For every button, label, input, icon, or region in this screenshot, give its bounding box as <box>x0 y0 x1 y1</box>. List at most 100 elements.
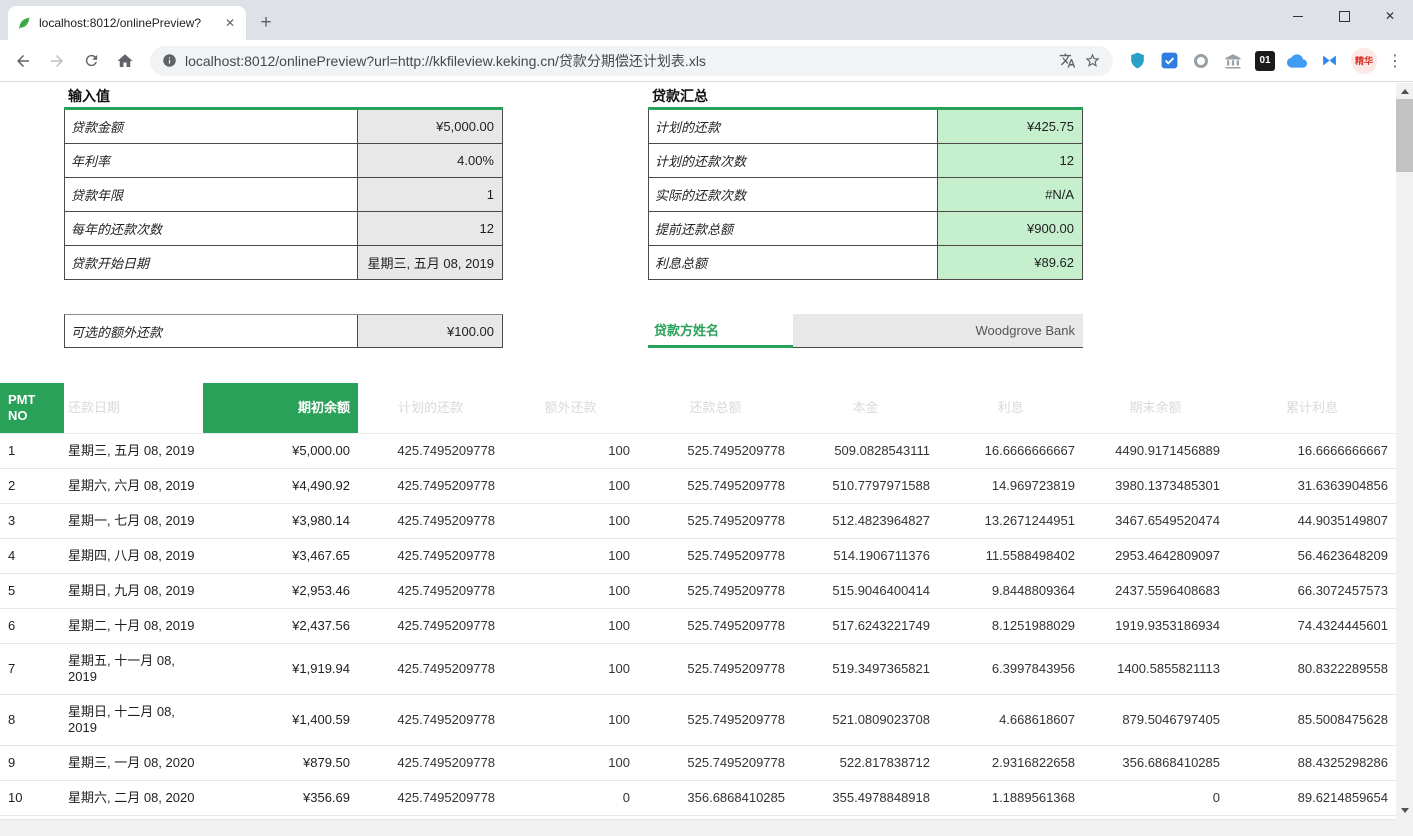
browser-menu-icon[interactable]: ⋮ <box>1383 49 1407 73</box>
summary-row-value: ¥89.62 <box>937 246 1082 279</box>
table-cell: 525.7495209778 <box>638 609 793 643</box>
scroll-down-arrow-icon <box>1401 808 1409 813</box>
scroll-up-arrow-icon <box>1401 89 1409 94</box>
table-cell: 4490.9171456889 <box>1083 434 1228 468</box>
bookmark-star-icon[interactable] <box>1084 52 1101 69</box>
back-button[interactable] <box>7 45 39 77</box>
gray-ring-extension-icon[interactable] <box>1189 49 1213 73</box>
table-cell: 3467.6549520474 <box>1083 504 1228 538</box>
input-row-value: 1 <box>357 178 502 211</box>
table-cell: 星期五, 十一月 08, 2019 <box>64 644 203 694</box>
extension-icons: 01 <box>1121 49 1345 73</box>
vertical-scrollbar[interactable] <box>1396 83 1413 819</box>
input-row-label: 年利率 <box>65 144 357 177</box>
table-cell: 6 <box>0 609 64 643</box>
summary-row: 计划的还款¥425.75 <box>648 110 1083 144</box>
blue-square-extension-icon[interactable] <box>1157 49 1181 73</box>
table-cell: 7 <box>0 644 64 694</box>
page-info-icon[interactable] <box>162 53 177 68</box>
tab-close-icon[interactable]: ✕ <box>222 15 238 31</box>
table-cell: 44.9035149807 <box>1228 504 1396 538</box>
table-cell: 3 <box>0 504 64 538</box>
extra-payment-label: 可选的额外还款 <box>65 315 357 347</box>
shield-extension-icon[interactable] <box>1125 49 1149 73</box>
extra-payment-row: 可选的额外还款 ¥100.00 <box>64 314 503 348</box>
table-cell: 星期日, 九月 08, 2019 <box>64 574 203 608</box>
table-cell: 512.4823964827 <box>793 504 938 538</box>
table-cell: 425.7495209778 <box>358 539 503 573</box>
reload-button[interactable] <box>75 45 107 77</box>
summary-row-label: 利息总额 <box>649 246 937 279</box>
table-row: 9星期三, 一月 08, 2020¥879.50425.749520977810… <box>0 746 1396 781</box>
schedule-header-row: PMT NO还款日期期初余额计划的还款额外还款还款总额本金利息期末余额累计利息 <box>0 383 1396 434</box>
table-cell: 星期六, 六月 08, 2019 <box>64 469 203 503</box>
table-cell: 425.7495209778 <box>358 469 503 503</box>
forward-button[interactable] <box>41 45 73 77</box>
table-cell: 0 <box>503 781 638 815</box>
table-cell: 100 <box>503 434 638 468</box>
vertical-scroll-thumb[interactable] <box>1396 99 1413 172</box>
browser-tab[interactable]: localhost:8012/onlinePreview? ✕ <box>8 6 246 40</box>
table-cell: 9.8448809364 <box>938 574 1083 608</box>
table-row: 7星期五, 十一月 08, 2019¥1,919.94425.749520977… <box>0 644 1396 695</box>
table-cell: 8.1251988029 <box>938 609 1083 643</box>
address-bar[interactable]: localhost:8012/onlinePreview?url=http://… <box>150 46 1113 76</box>
schedule-header-cell: 还款总额 <box>638 383 793 433</box>
table-cell: 2437.5596408683 <box>1083 574 1228 608</box>
table-cell: 4 <box>0 539 64 573</box>
profile-avatar[interactable]: 精华 <box>1351 48 1377 74</box>
table-cell: 星期三, 一月 08, 2020 <box>64 746 203 780</box>
cloud-extension-icon[interactable] <box>1285 49 1309 73</box>
table-cell: 100 <box>503 609 638 643</box>
table-cell: 100 <box>503 644 638 694</box>
input-row: 年利率4.00% <box>64 144 503 178</box>
table-cell: 星期三, 五月 08, 2019 <box>64 434 203 468</box>
table-row: 6星期二, 十月 08, 2019¥2,437.56425.7495209778… <box>0 609 1396 644</box>
home-button[interactable] <box>109 45 141 77</box>
table-cell: 1.1889561368 <box>938 781 1083 815</box>
file-preview-content: 输入值 贷款金额¥5,000.00年利率4.00%贷款年限1每年的还款次数12贷… <box>0 83 1396 819</box>
schedule-header-cell: 还款日期 <box>64 383 203 433</box>
table-cell: 514.1906711376 <box>793 539 938 573</box>
table-cell: ¥2,953.46 <box>203 574 358 608</box>
translate-icon[interactable] <box>1059 52 1076 69</box>
table-cell: 66.3072457573 <box>1228 574 1396 608</box>
table-cell: ¥1,919.94 <box>203 644 358 694</box>
butterfly-extension-icon[interactable] <box>1317 49 1341 73</box>
tab-favicon-leaf-icon <box>16 15 32 31</box>
table-cell: 356.6868410285 <box>1083 746 1228 780</box>
extra-payment-value: ¥100.00 <box>357 315 502 347</box>
table-cell: ¥5,000.00 <box>203 434 358 468</box>
input-row: 贷款金额¥5,000.00 <box>64 110 503 144</box>
browser-window: { "theme": { "accent_green": "#2aa158", … <box>0 0 1413 836</box>
bank-extension-icon[interactable] <box>1221 49 1245 73</box>
scroll-down-button[interactable] <box>1396 802 1413 819</box>
table-cell: 100 <box>503 469 638 503</box>
scroll-up-button[interactable] <box>1396 83 1413 100</box>
zero-one-badge-extension-icon[interactable]: 01 <box>1253 49 1277 73</box>
input-rows: 贷款金额¥5,000.00年利率4.00%贷款年限1每年的还款次数12贷款开始日… <box>64 110 503 280</box>
window-close-button[interactable]: ✕ <box>1367 0 1413 32</box>
table-cell: 14.969723819 <box>938 469 1083 503</box>
table-cell: 525.7495209778 <box>638 695 793 745</box>
schedule-header-cell: 累计利息 <box>1228 383 1396 433</box>
table-cell: 522.817838712 <box>793 746 938 780</box>
table-cell: 2953.4642809097 <box>1083 539 1228 573</box>
table-cell: 2.9316822658 <box>938 746 1083 780</box>
new-tab-button[interactable]: + <box>252 9 280 37</box>
input-row-label: 贷款金额 <box>65 110 357 143</box>
horizontal-scrollbar[interactable] <box>0 819 1396 836</box>
window-minimize-button[interactable] <box>1275 0 1321 32</box>
table-row: 5星期日, 九月 08, 2019¥2,953.46425.7495209778… <box>0 574 1396 609</box>
input-row: 贷款年限1 <box>64 178 503 212</box>
input-row-value: 星期三, 五月 08, 2019 <box>357 246 502 279</box>
input-row-label: 贷款开始日期 <box>65 246 357 279</box>
table-cell: 525.7495209778 <box>638 504 793 538</box>
table-cell: ¥4,490.92 <box>203 469 358 503</box>
table-cell: 85.5008475628 <box>1228 695 1396 745</box>
summary-row-value: ¥900.00 <box>937 212 1082 245</box>
input-values-section: 输入值 贷款金额¥5,000.00年利率4.00%贷款年限1每年的还款次数12贷… <box>64 85 503 280</box>
window-maximize-button[interactable] <box>1321 0 1367 32</box>
input-row-label: 贷款年限 <box>65 178 357 211</box>
table-row: 3星期一, 七月 08, 2019¥3,980.14425.7495209778… <box>0 504 1396 539</box>
